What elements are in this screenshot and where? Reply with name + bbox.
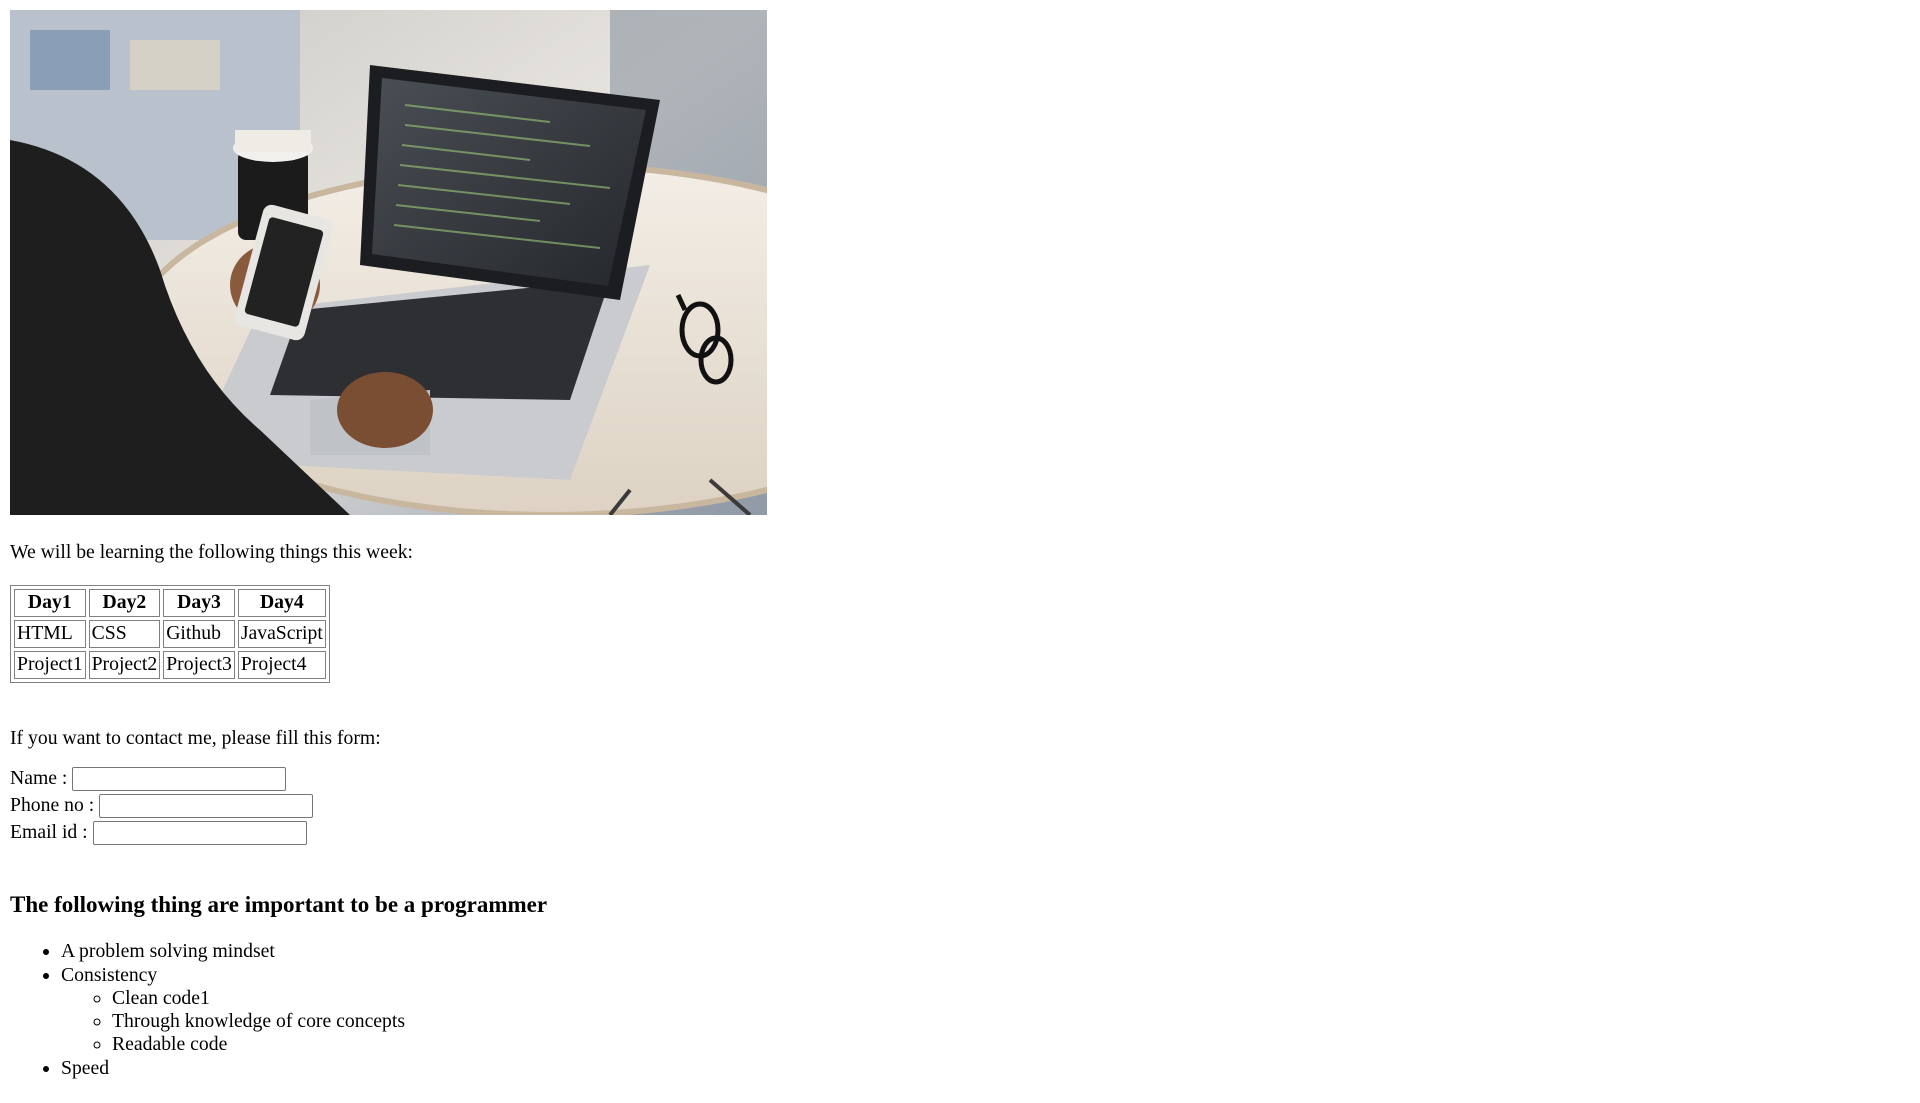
hero-photo: [10, 10, 767, 515]
table-header-cell: Day2: [88, 588, 161, 617]
contact-form: Name : Phone no : Email id :: [10, 765, 767, 846]
schedule-table: Day1 Day2 Day3 Day4 HTML CSS Github Java…: [10, 584, 330, 683]
sub-list-item-text: Clean code1: [112, 986, 210, 1009]
sub-list-item-text: Through knowledge of core concepts: [112, 1010, 406, 1033]
list-item-text: A problem solving mindset: [61, 940, 275, 963]
form-row-name: Name :: [10, 765, 767, 792]
intro-text: We will be learning the following things…: [10, 541, 414, 563]
table-row: Project1 Project2 Project3 Project4: [14, 650, 326, 679]
name-label: Name :: [10, 767, 68, 790]
list-item: Consistency Clean code1 Through knowledg…: [61, 964, 767, 1057]
table-cell: Github: [163, 619, 235, 648]
table-header-cell: Day1: [14, 588, 86, 617]
list-item-text: Speed: [61, 1056, 110, 1079]
sub-list-item: Readable code: [112, 1033, 767, 1056]
sub-list-item: Through knowledge of core concepts: [112, 1010, 767, 1033]
table-row: HTML CSS Github JavaScript: [14, 619, 326, 648]
sub-list: Clean code1 Through knowledge of core co…: [61, 987, 767, 1057]
table-header-cell: Day3: [163, 588, 235, 617]
contact-text: If you want to contact me, please fill t…: [10, 726, 381, 749]
page-content: We will be learning the following things…: [10, 10, 767, 1080]
table-cell: HTML: [14, 619, 86, 648]
table-header-cell: Day4: [237, 588, 326, 617]
skills-list: A problem solving mindset Consistency Cl…: [10, 940, 767, 1080]
form-row-email: Email id :: [10, 819, 767, 846]
table-cell: Project3: [163, 650, 235, 679]
list-item-text: Consistency: [61, 963, 158, 986]
important-heading: The following thing are important to be …: [10, 892, 548, 918]
list-item: Speed: [61, 1057, 767, 1080]
sub-list-item: Clean code1: [112, 987, 767, 1010]
table-header-row: Day1 Day2 Day3 Day4: [14, 588, 326, 617]
table-cell: Project1: [14, 650, 86, 679]
table-cell: Project4: [237, 650, 326, 679]
table-cell: Project2: [88, 650, 161, 679]
phone-field[interactable]: [99, 793, 314, 818]
email-label: Email id :: [10, 821, 88, 844]
sub-list-item-text: Readable code: [112, 1033, 228, 1056]
email-field[interactable]: [92, 820, 307, 845]
phone-label: Phone no :: [10, 794, 95, 817]
table-cell: CSS: [88, 619, 161, 648]
table-cell: JavaScript: [237, 619, 326, 648]
form-row-phone: Phone no :: [10, 792, 767, 819]
list-item: A problem solving mindset: [61, 940, 767, 963]
name-field[interactable]: [72, 766, 287, 791]
